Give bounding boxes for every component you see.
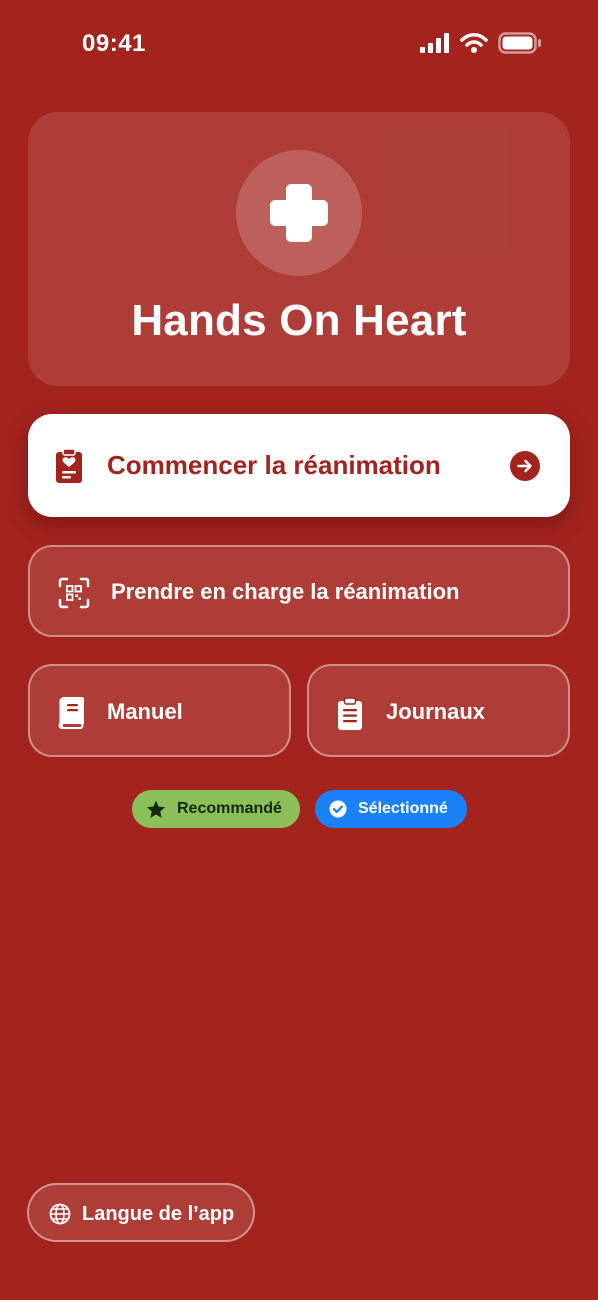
arrow-right-icon	[510, 451, 540, 481]
star-icon	[147, 800, 165, 818]
qr-scan-icon	[58, 577, 90, 609]
wifi-icon	[460, 32, 488, 53]
home-screen: 09:41 Hands On Heart Commencer la réanim…	[0, 0, 598, 1300]
badge-row: Recommandé Sélectionné	[132, 790, 467, 828]
clipboard-list-icon	[338, 697, 362, 730]
logs-button[interactable]: Journaux	[307, 664, 570, 757]
manual-button[interactable]: Manuel	[28, 664, 291, 757]
globe-icon	[49, 1203, 71, 1225]
app-language-button[interactable]: Langue de l’app	[27, 1183, 255, 1242]
manual-label: Manuel	[107, 699, 183, 724]
status-icons	[420, 32, 542, 54]
recommended-badge: Recommandé	[132, 790, 300, 828]
app-language-label: Langue de l’app	[82, 1203, 235, 1225]
logs-label: Journaux	[386, 699, 486, 724]
checkmark-circle-icon	[329, 800, 347, 818]
app-title: Hands On Heart	[131, 296, 467, 345]
status-time: 09:41	[82, 30, 146, 57]
medical-cross-icon	[270, 184, 328, 242]
recommended-badge-label: Recommandé	[177, 800, 282, 817]
selected-badge-label: Sélectionné	[358, 800, 448, 817]
status-bar: 09:41	[0, 0, 598, 90]
book-icon	[58, 697, 84, 729]
take-over-resuscitation-button[interactable]: Prendre en charge la réanimation	[28, 545, 570, 637]
battery-icon	[498, 32, 541, 54]
start-resuscitation-button[interactable]: Commencer la réanimation	[28, 414, 570, 517]
clipboard-heart-icon	[56, 448, 82, 483]
app-logo	[236, 150, 362, 276]
take-over-resuscitation-label: Prendre en charge la réanimation	[111, 579, 460, 604]
selected-badge: Sélectionné	[315, 790, 467, 828]
cellular-signal-icon	[420, 33, 449, 53]
app-header-card: Hands On Heart	[28, 112, 570, 386]
start-resuscitation-label: Commencer la réanimation	[107, 450, 441, 480]
